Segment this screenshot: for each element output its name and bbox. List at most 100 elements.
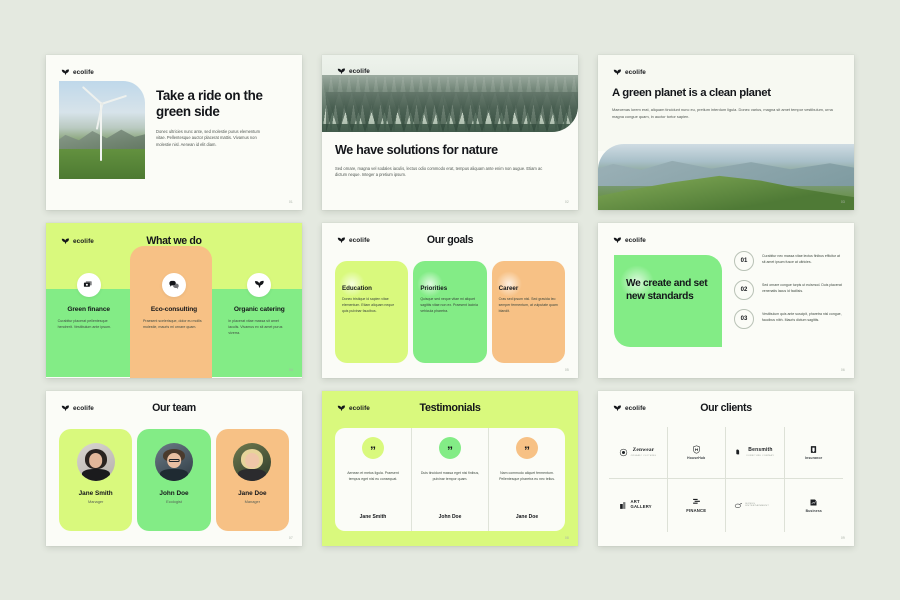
slide-title: Take a ride on the green side (156, 87, 263, 119)
feature-heading: Green finance (67, 305, 110, 313)
goal-heading: Career (498, 284, 519, 292)
client-name: ART GALLERY (630, 499, 652, 510)
slide-body: Sed ornare, magna vel sodales iaculis, l… (335, 165, 543, 178)
goal-card[interactable]: Education Donec tristique id sapien vita… (335, 260, 409, 363)
goal-card[interactable]: Priorities Quisque sed neque vitae mi al… (413, 260, 487, 363)
client-name: Zenwear (632, 447, 655, 454)
feature-column: Green finance Curabitur placerat pellent… (46, 223, 131, 378)
member-name: John Doe (159, 489, 189, 497)
slide-what-we-do[interactable]: ecolife What we do Green finance Curabit… (46, 222, 302, 378)
chart-arrow-icon (810, 499, 817, 506)
slide-text-block: A green planet is a clean planet Maecena… (612, 87, 838, 121)
team-member-card[interactable]: Jane Doe Manager (215, 428, 289, 531)
brand-logo: ecolife (61, 237, 94, 246)
goal-body: Donec tristique id sapien vitae elementu… (342, 296, 395, 314)
brand-name: ecolife (73, 68, 94, 76)
testimonial-author: John Doe (438, 513, 462, 520)
member-name: Jane Doe (238, 489, 267, 497)
slide-our-goals[interactable]: ecolife Our goals Education Donec tristi… (322, 222, 578, 378)
slide-our-clients[interactable]: ecolife Our clients Zenwear ORGANIC CLOT… (598, 390, 854, 546)
shield-house-icon (692, 445, 700, 454)
feature-column: Eco-consulting Praesent scelerisque, dol… (131, 223, 216, 378)
slide-text-block: We have solutions for nature Sed ornare,… (335, 143, 557, 180)
brand-name: ecolife (349, 67, 370, 75)
frames-icon (620, 501, 626, 509)
list-body: Sed ornare congue turpis ut euismod. Dui… (762, 282, 842, 293)
slide-standards[interactable]: ecolife We create and set new standards … (598, 222, 854, 378)
brand-name: ecolife (625, 68, 646, 76)
feature-heading: Organic catering (233, 305, 285, 313)
team-member-card[interactable]: John Doe Ecologist (137, 428, 211, 531)
headline-panel: We create and set new standards (614, 254, 722, 347)
page-number: 06 (840, 367, 845, 372)
testimonial-item: ” Aenean et metus ligula. Praesent tempu… (335, 428, 411, 531)
list-item: 01 Curabitur nec massa vitae lectus fini… (734, 250, 842, 271)
slide-title: We create and set new standards (626, 277, 708, 302)
leaf-sprout-icon (61, 238, 69, 244)
slide-body: Donec ultricies nunc ante, sed molestie … (156, 128, 260, 148)
quote-mark-icon: ” (362, 436, 384, 459)
quote-mark-icon: ” (516, 436, 538, 459)
feature-body: Curabitur placerat pellentesque hendreri… (57, 318, 111, 329)
feature-body: In placerat vitae massa sit amet iaculis… (228, 318, 283, 336)
client-name: Business (805, 508, 822, 513)
leaf-sprout-icon (613, 237, 621, 243)
client-logo: Insurance (784, 427, 843, 479)
list-body: Vestibulum quis ante suscipit, pharetra … (762, 311, 842, 322)
page-number: 03 (840, 199, 845, 204)
slide-deck-grid: ecolife Take a ride on the green side Do… (0, 0, 900, 600)
testimonial-quote: Duis tincidunt massa eget nisi finibus, … (420, 470, 480, 481)
list-number: 02 (734, 279, 754, 300)
member-role: Ecologist (166, 498, 182, 504)
circle-emblem-icon (620, 448, 628, 456)
testimonial-quote: Aenean et metus ligula. Praesent tempus … (347, 470, 399, 481)
client-logo: HouseHub (667, 426, 726, 479)
member-name: Jane Smith (78, 489, 113, 497)
slide-green-planet[interactable]: ecolife A green planet is a clean planet… (598, 54, 854, 210)
woman-blonde-avatar (233, 442, 272, 481)
slide-testimonials[interactable]: ecolife Testimonials ” Aenean et metus l… (322, 390, 578, 546)
leaf-sprout-icon (613, 69, 621, 75)
chat-bubbles-icon (161, 272, 186, 297)
quote-mark-icon: ” (439, 436, 461, 459)
goal-card[interactable]: Career Cras sed ipsum nisl. Sed gravida … (491, 260, 565, 363)
feature-heading: Eco-consulting (150, 305, 198, 313)
woman-dark-hair-avatar (76, 442, 115, 481)
brand-logo: ecolife (61, 68, 94, 77)
brand-logo: ecolife (613, 68, 646, 77)
slide-body: Maecenas lorem erat, aliquam tincidunt n… (612, 107, 833, 119)
slide-our-team[interactable]: ecolife Our team Jane Smith Manager John… (46, 390, 302, 546)
page-number: 08 (564, 535, 569, 540)
goal-body: Quisque sed neque vitae mi aliquet sagit… (420, 296, 478, 314)
client-logo: FINANCE (668, 479, 726, 532)
slide-title: Our team (152, 401, 196, 414)
money-stack-icon (76, 272, 101, 297)
slide-take-a-ride[interactable]: ecolife Take a ride on the green side Do… (46, 54, 302, 210)
slide-title: Our clients (700, 401, 752, 414)
feature-body: Praesent scelerisque, dolor eu mollis mo… (142, 318, 202, 329)
client-name: FINANCE (686, 508, 707, 514)
page-number: 05 (564, 367, 569, 372)
client-name: BONUS ENTERTAINMENT (745, 502, 770, 508)
slide-solutions-for-nature[interactable]: ecolife We have solutions for nature Sed… (322, 54, 578, 210)
leaf-sprout-icon (61, 69, 69, 75)
client-logo: Bensmith FURNITURE COMPANY (726, 426, 785, 479)
client-name: Insurance (805, 455, 823, 460)
client-logo: Business (785, 479, 844, 532)
client-logo: Zenwear ORGANIC CLOTHING (609, 426, 668, 479)
slide-title: We have solutions for nature (335, 142, 498, 157)
client-name: HouseHub (687, 455, 706, 460)
armchair-icon (736, 449, 740, 455)
member-role: Manager (87, 498, 104, 504)
brand-name: ecolife (73, 237, 94, 245)
bars-icon (692, 499, 700, 504)
goal-body: Cras sed ipsum nisl. Sed gravida leo sem… (498, 296, 558, 314)
testimonial-author: Jane Doe (515, 513, 539, 520)
testimonial-item: ” Nam commodo aliquet fermentum. Pellent… (488, 427, 565, 531)
mountain-range-photo (598, 144, 854, 210)
slide-title: Testimonials (419, 401, 481, 414)
list-number: 01 (734, 250, 754, 271)
goal-heading: Priorities (420, 284, 448, 292)
list-body: Curabitur nec massa vitae lectus finibus… (762, 253, 840, 264)
team-member-card[interactable]: Jane Smith Manager (59, 428, 133, 531)
